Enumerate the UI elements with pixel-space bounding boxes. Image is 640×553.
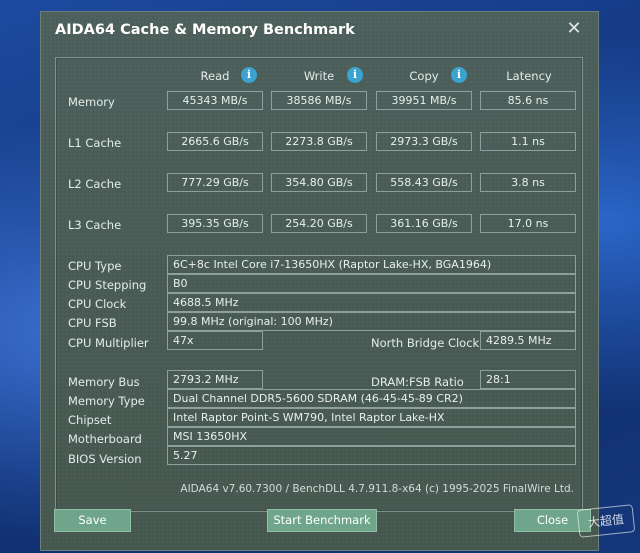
chipset-value: Intel Raptor Point-S WM790, Intel Raptor…	[167, 408, 576, 427]
memory-read-value: 45343 MB/s	[167, 91, 263, 110]
watermark-logo: 大超值	[576, 504, 636, 538]
bios-version-value: 5.27	[167, 446, 576, 465]
l1-copy-value: 2973.3 GB/s	[376, 132, 472, 151]
l1-latency-value: 1.1 ns	[480, 132, 576, 151]
cpu-clock-value: 4688.5 MHz	[167, 293, 576, 312]
chipset-label: Chipset	[68, 413, 112, 427]
l3-read-value: 395.35 GB/s	[167, 214, 263, 233]
bios-version-label: BIOS Version	[68, 452, 142, 466]
save-button[interactable]: Save	[54, 509, 131, 532]
window-title: AIDA64 Cache & Memory Benchmark	[55, 22, 355, 38]
results-panel: Read i Write i Copy i Latency Memory 453…	[55, 57, 583, 512]
read-info-icon[interactable]: i	[241, 67, 257, 83]
memory-type-label: Memory Type	[68, 394, 145, 408]
dram-fsb-ratio-label: DRAM:FSB Ratio	[371, 375, 464, 389]
cpu-multiplier-label: CPU Multiplier	[68, 336, 149, 350]
memory-latency-value: 85.6 ns	[480, 91, 576, 110]
cpu-fsb-label: CPU FSB	[68, 316, 117, 330]
dram-fsb-ratio-value: 28:1	[480, 370, 576, 389]
motherboard-label: Motherboard	[68, 432, 142, 446]
memory-bus-label: Memory Bus	[68, 375, 140, 389]
north-bridge-clock-label: North Bridge Clock	[371, 336, 480, 350]
l2-read-value: 777.29 GB/s	[167, 173, 263, 192]
l2-copy-value: 558.43 GB/s	[376, 173, 472, 192]
row-label-memory: Memory	[68, 95, 115, 109]
l3-write-value: 254.20 GB/s	[271, 214, 367, 233]
l3-copy-value: 361.16 GB/s	[376, 214, 472, 233]
write-info-icon[interactable]: i	[347, 67, 363, 83]
cpu-stepping-label: CPU Stepping	[68, 278, 147, 292]
benchmark-window: AIDA64 Cache & Memory Benchmark ✕ Read i…	[41, 12, 598, 550]
row-label-l3-cache: L3 Cache	[68, 218, 122, 232]
column-header-latency: Latency	[506, 69, 552, 83]
row-label-l1-cache: L1 Cache	[68, 136, 122, 150]
l2-write-value: 354.80 GB/s	[271, 173, 367, 192]
row-label-l2-cache: L2 Cache	[68, 177, 122, 191]
memory-copy-value: 39951 MB/s	[376, 91, 472, 110]
cpu-fsb-value: 99.8 MHz (original: 100 MHz)	[167, 312, 576, 331]
north-bridge-clock-value: 4289.5 MHz	[480, 331, 576, 350]
memory-bus-value: 2793.2 MHz	[167, 370, 263, 389]
cpu-type-label: CPU Type	[68, 259, 122, 273]
close-icon[interactable]: ✕	[562, 18, 586, 40]
cpu-type-value: 6C+8c Intel Core i7-13650HX (Raptor Lake…	[167, 255, 576, 274]
motherboard-value: MSI 13650HX	[167, 427, 576, 446]
memory-write-value: 38586 MB/s	[271, 91, 367, 110]
l2-latency-value: 3.8 ns	[480, 173, 576, 192]
copy-info-icon[interactable]: i	[451, 67, 467, 83]
memory-type-value: Dual Channel DDR5-5600 SDRAM (46-45-45-8…	[167, 389, 576, 408]
l1-write-value: 2273.8 GB/s	[271, 132, 367, 151]
version-footer: AIDA64 v7.60.7300 / BenchDLL 4.7.911.8-x…	[180, 483, 574, 495]
cpu-multiplier-value: 47x	[167, 331, 263, 350]
cpu-stepping-value: B0	[167, 274, 576, 293]
start-benchmark-button[interactable]: Start Benchmark	[267, 509, 377, 532]
l1-read-value: 2665.6 GB/s	[167, 132, 263, 151]
cpu-clock-label: CPU Clock	[68, 297, 127, 311]
l3-latency-value: 17.0 ns	[480, 214, 576, 233]
